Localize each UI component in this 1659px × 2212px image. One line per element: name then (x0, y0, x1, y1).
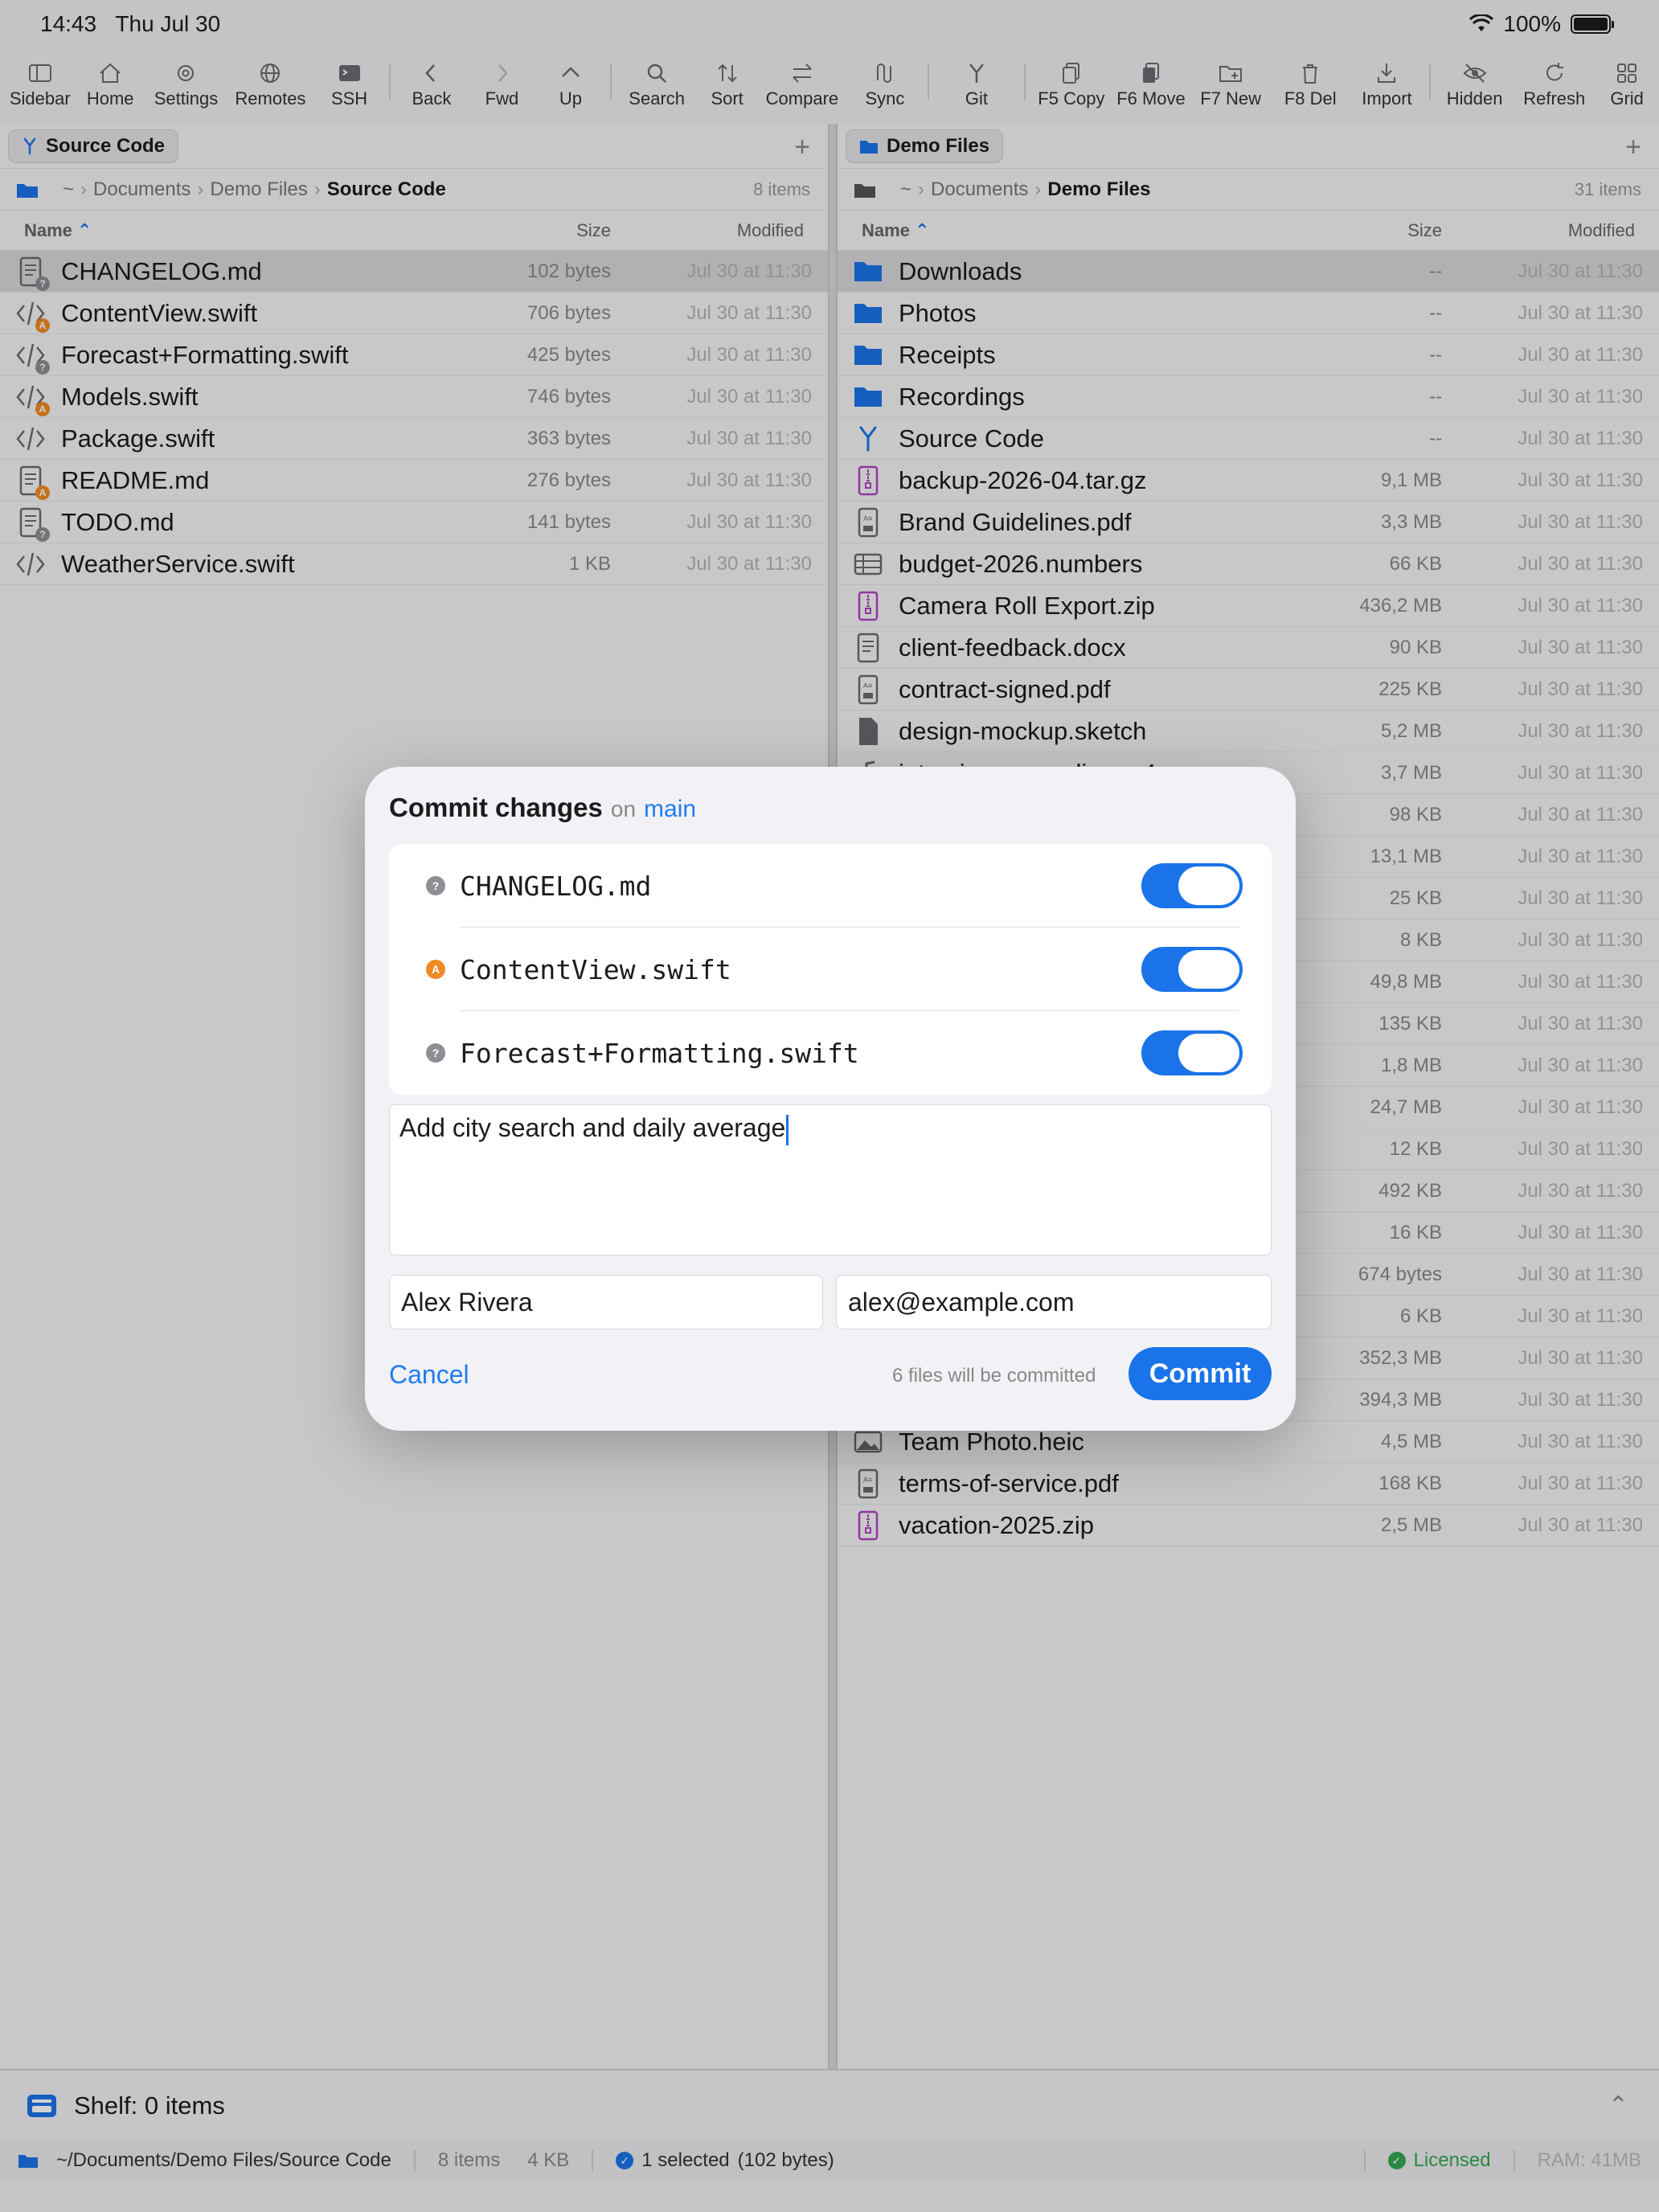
changed-file-row: A ContentView.swift (389, 928, 1272, 1011)
author-email-field[interactable]: alex@example.com (836, 1275, 1272, 1329)
changed-file-row: ? Forecast+Formatting.swift (389, 1011, 1272, 1095)
commit-button[interactable]: Commit (1129, 1347, 1272, 1400)
changed-file-name: CHANGELOG.md (460, 870, 652, 902)
commit-message-input[interactable]: Add city search and daily average (389, 1104, 1272, 1256)
text-cursor (786, 1114, 789, 1145)
include-file-toggle[interactable] (1141, 863, 1243, 908)
untracked-badge-icon: ? (426, 1043, 445, 1063)
added-badge-icon: A (426, 960, 445, 979)
include-file-toggle[interactable] (1141, 947, 1243, 992)
branch-name[interactable]: main (644, 796, 696, 822)
commit-dialog: Commit changes on main ? CHANGELOG.md A Conte… (365, 767, 1296, 1431)
commit-summary: 6 files will be committed (892, 1365, 1096, 1387)
author-name-field[interactable]: Alex Rivera (389, 1275, 823, 1329)
changed-files-list: ? CHANGELOG.md A ContentView.swift? Forecast… (389, 844, 1272, 1095)
cancel-button[interactable]: Cancel (389, 1360, 469, 1390)
changed-file-name: Forecast+Formatting.swift (460, 1037, 859, 1069)
changed-file-name: ContentView.swift (460, 953, 731, 985)
untracked-badge-icon: ? (426, 876, 445, 895)
changed-file-row: ? CHANGELOG.md (389, 844, 1272, 928)
dialog-title: Commit changes on main (389, 793, 697, 822)
include-file-toggle[interactable] (1141, 1030, 1243, 1075)
